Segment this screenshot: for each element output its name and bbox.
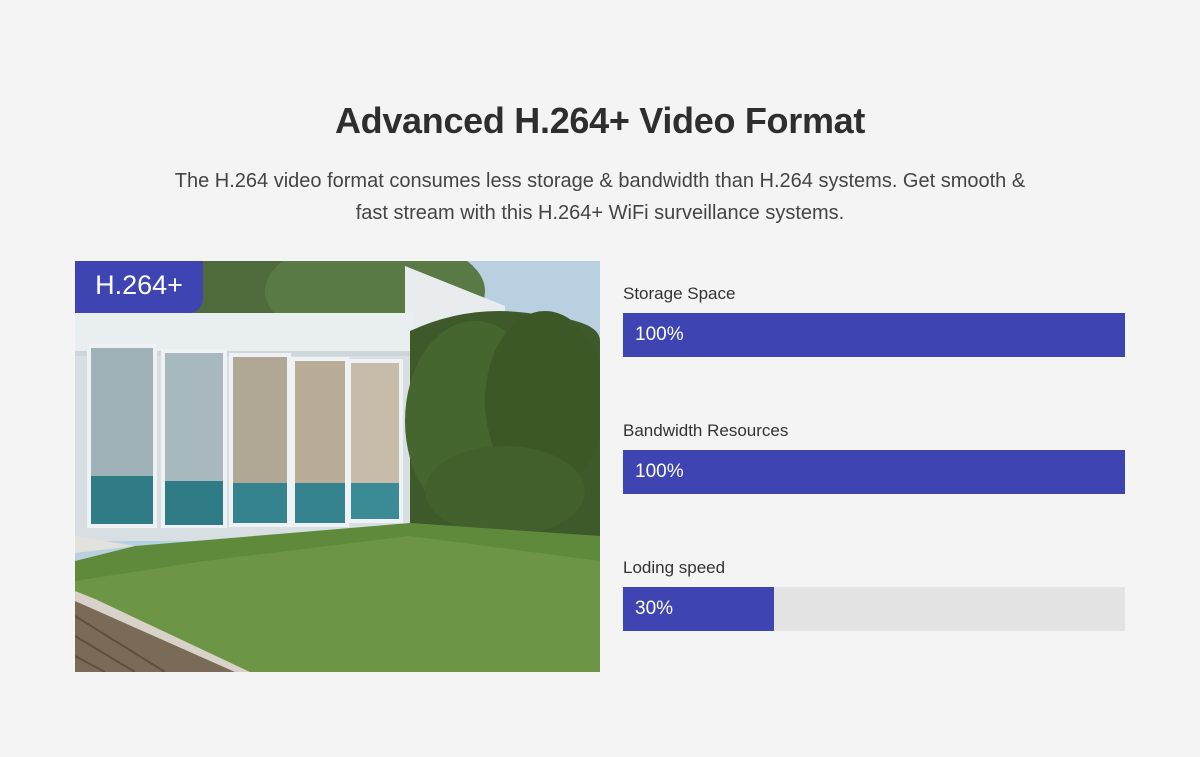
bandwidth-resources-value: 100% <box>635 461 684 482</box>
h264-plus-badge: H.264+ <box>75 261 203 313</box>
storage-space-bar: 100% <box>623 313 1125 357</box>
bandwidth-resources-bar-fill <box>623 450 1125 494</box>
bandwidth-resources-label: Bandwidth Resources <box>623 421 789 440</box>
bandwidth-resources-bar: 100% <box>623 450 1125 494</box>
loading-speed-value: 30% <box>635 598 674 619</box>
page-description: The H.264 video format consumes less sto… <box>174 170 1026 224</box>
storage-space-value: 100% <box>635 324 684 345</box>
backyard-photo <box>75 261 600 672</box>
page-title: Advanced H.264+ Video Format <box>334 100 866 141</box>
storage-space-bar-fill <box>623 313 1125 357</box>
loading-speed-label: Loding speed <box>623 558 726 577</box>
loading-speed-bar: 30% <box>623 587 1125 631</box>
storage-space-label: Storage Space <box>623 284 736 303</box>
